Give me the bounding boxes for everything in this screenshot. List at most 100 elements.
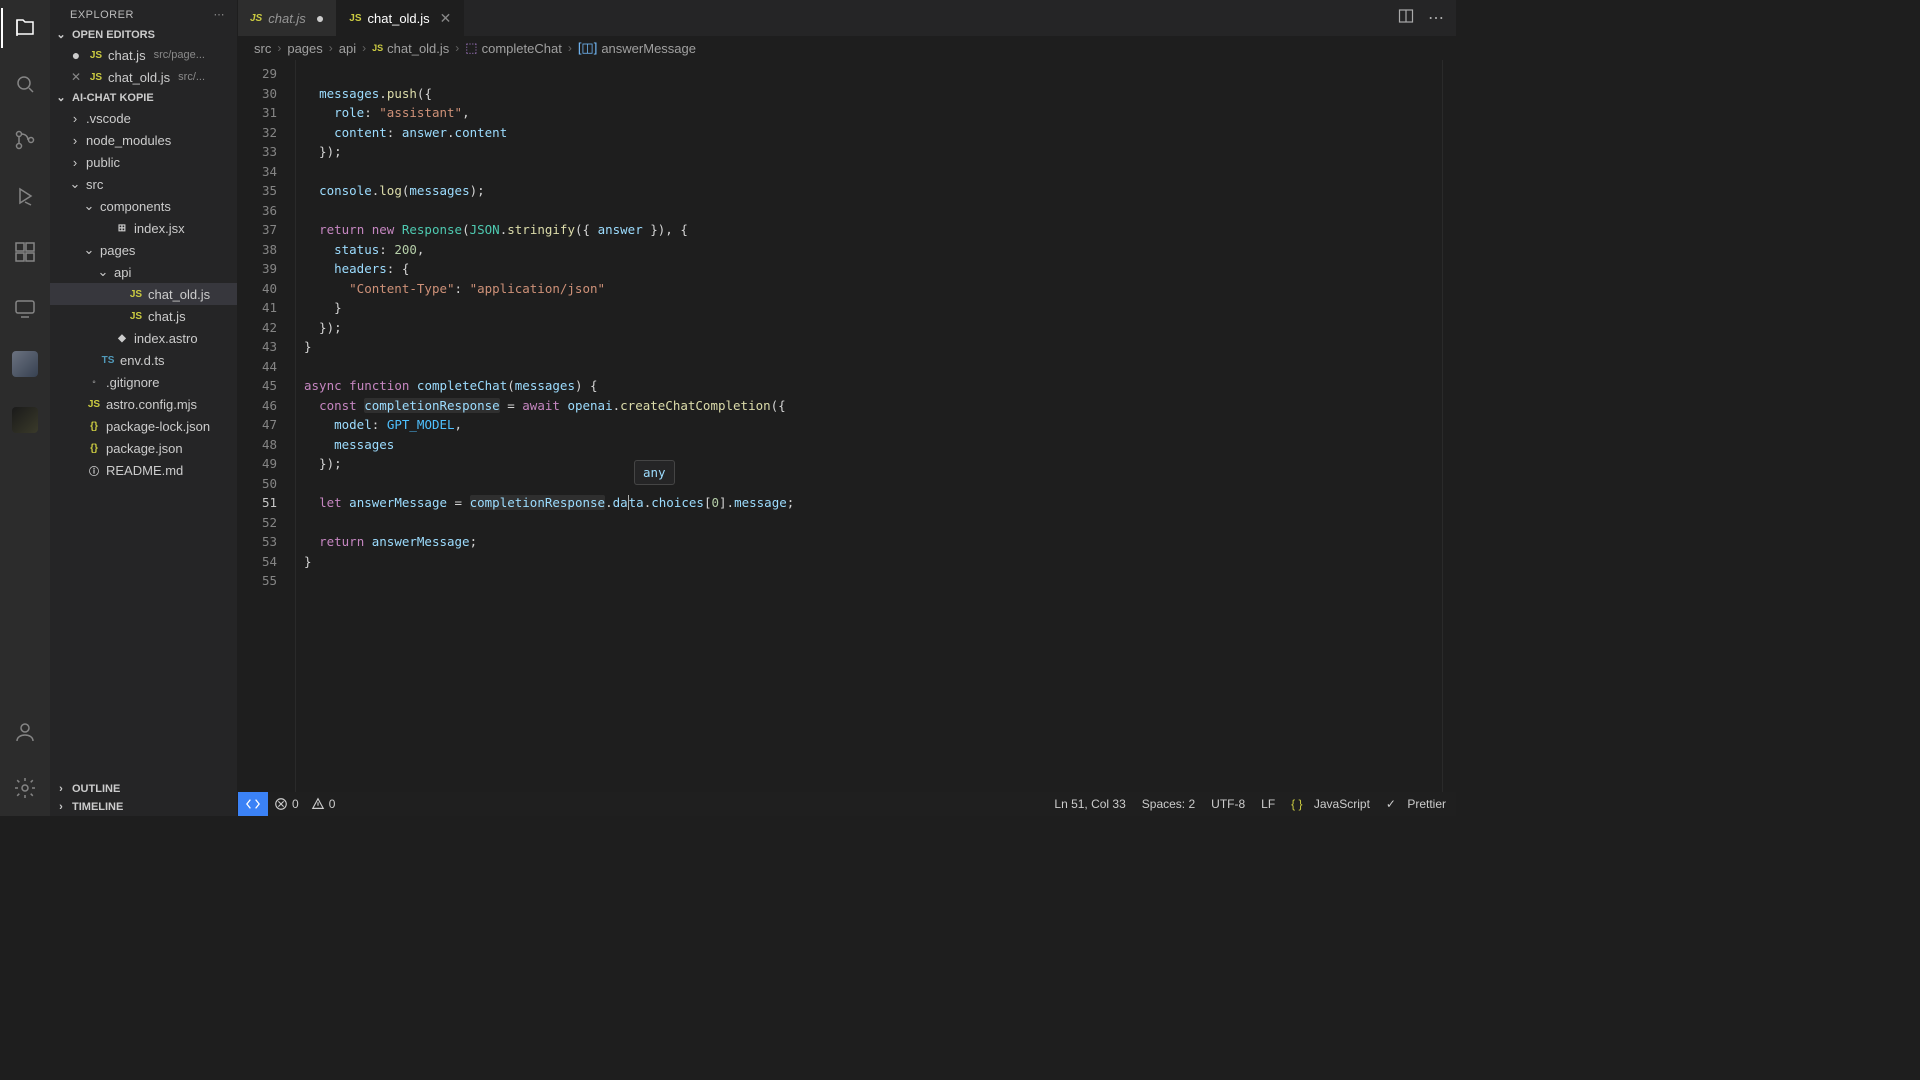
code-line[interactable]: let answerMessage = completionResponse.d…	[304, 493, 1442, 513]
code-line[interactable]	[304, 357, 1442, 377]
file-icon: JS	[88, 72, 104, 83]
breadcrumb-separator: ›	[277, 41, 281, 55]
code-line[interactable]: }	[304, 337, 1442, 357]
encoding[interactable]: UTF-8	[1211, 797, 1245, 811]
close-icon[interactable]: ✕	[440, 10, 452, 27]
breadcrumb-item[interactable]: [◫]answerMessage	[578, 40, 696, 56]
breadcrumb-item[interactable]: src	[254, 41, 271, 56]
open-editor-item[interactable]: ✕JSchat_old.jssrc/...	[50, 66, 237, 88]
code-line[interactable]: return new Response(JSON.stringify({ ans…	[304, 220, 1442, 240]
language-mode[interactable]: { } JavaScript	[1291, 797, 1370, 811]
folder-item[interactable]: ›node_modules	[50, 129, 237, 151]
code-line[interactable]	[304, 513, 1442, 533]
file-item[interactable]: JSchat_old.js	[50, 283, 237, 305]
code-line[interactable]	[304, 571, 1442, 591]
split-editor-icon[interactable]	[1398, 8, 1414, 28]
chevron-icon: ⌄	[82, 242, 96, 258]
file-icon: JS	[128, 289, 144, 300]
file-item[interactable]: ⊞index.jsx	[50, 217, 237, 239]
prettier-status[interactable]: ✓ Prettier	[1386, 797, 1446, 811]
file-item[interactable]: ⓘREADME.md	[50, 459, 237, 481]
code-line[interactable]	[304, 474, 1442, 494]
code-line[interactable]	[304, 162, 1442, 182]
code-line[interactable]: model: GPT_MODEL,	[304, 415, 1442, 435]
open-editor-item[interactable]: ●JSchat.jssrc/page...	[50, 44, 237, 66]
code-line[interactable]	[304, 64, 1442, 84]
search-icon[interactable]	[1, 64, 49, 104]
variable-icon: [◫]	[578, 40, 598, 56]
code-line[interactable]: }	[304, 552, 1442, 572]
code-line[interactable]: role: "assistant",	[304, 103, 1442, 123]
code-line[interactable]: headers: {	[304, 259, 1442, 279]
code-line[interactable]: });	[304, 454, 1442, 474]
more-actions-icon[interactable]: ⋯	[1428, 8, 1444, 28]
explorer-icon[interactable]	[1, 8, 49, 48]
code-line[interactable]: console.log(messages);	[304, 181, 1442, 201]
code-line[interactable]: messages.push({	[304, 84, 1442, 104]
code-line[interactable]: status: 200,	[304, 240, 1442, 260]
project-header[interactable]: ⌄ AI-CHAT KOPIE	[50, 88, 237, 107]
problems-errors[interactable]: 0	[274, 797, 299, 811]
editor-tabs: JSchat.js●JSchat_old.js✕ ⋯	[238, 0, 1456, 36]
code-line[interactable]: });	[304, 142, 1442, 162]
file-icon: JS	[86, 399, 102, 410]
source-control-icon[interactable]	[1, 120, 49, 160]
code-line[interactable]: "Content-Type": "application/json"	[304, 279, 1442, 299]
file-item[interactable]: ◆index.astro	[50, 327, 237, 349]
breadcrumb-item[interactable]: JSchat_old.js	[372, 41, 449, 56]
folder-item[interactable]: ⌄api	[50, 261, 237, 283]
folder-item[interactable]: ›public	[50, 151, 237, 173]
minimap[interactable]	[1442, 60, 1456, 792]
file-icon: JS	[250, 13, 262, 24]
code-line[interactable]: content: answer.content	[304, 123, 1442, 143]
method-icon: ⬚	[465, 40, 477, 56]
file-item[interactable]: {}package.json	[50, 437, 237, 459]
cursor-position[interactable]: Ln 51, Col 33	[1054, 797, 1125, 811]
remote-indicator[interactable]	[238, 792, 268, 816]
code-line[interactable]: async function completeChat(messages) {	[304, 376, 1442, 396]
editor-tab[interactable]: JSchat_old.js✕	[337, 0, 464, 36]
file-icon: ◆	[114, 333, 130, 344]
file-item[interactable]: TSenv.d.ts	[50, 349, 237, 371]
folder-item[interactable]: ›.vscode	[50, 107, 237, 129]
accounts-icon[interactable]	[1, 712, 49, 752]
code-line[interactable]	[304, 201, 1442, 221]
app-icon-1[interactable]	[1, 344, 49, 384]
breadcrumb-item[interactable]: ⬚completeChat	[465, 40, 562, 56]
file-item[interactable]: {}package-lock.json	[50, 415, 237, 437]
file-item[interactable]: JSchat.js	[50, 305, 237, 327]
explorer-title: EXPLORER	[70, 9, 134, 21]
problems-warnings[interactable]: 0	[311, 797, 336, 811]
breadcrumb-item[interactable]: api	[339, 41, 356, 56]
folder-item[interactable]: ⌄src	[50, 173, 237, 195]
extensions-icon[interactable]	[1, 232, 49, 272]
eol[interactable]: LF	[1261, 797, 1275, 811]
chevron-right-icon: ›	[54, 801, 68, 813]
file-item[interactable]: ◦.gitignore	[50, 371, 237, 393]
file-item[interactable]: JSastro.config.mjs	[50, 393, 237, 415]
timeline-header[interactable]: › TIMELINE	[50, 798, 237, 816]
open-editors-header[interactable]: ⌄ OPEN EDITORS	[50, 25, 237, 44]
breadcrumb-separator: ›	[568, 41, 572, 55]
breadcrumb-separator: ›	[455, 41, 459, 55]
settings-icon[interactable]	[1, 768, 49, 808]
code-line[interactable]: });	[304, 318, 1442, 338]
explorer-more-icon[interactable]: ⋯	[214, 8, 226, 21]
code-line[interactable]: const completionResponse = await openai.…	[304, 396, 1442, 416]
indentation[interactable]: Spaces: 2	[1142, 797, 1195, 811]
close-icon[interactable]: ✕	[68, 70, 84, 84]
chevron-down-icon: ⌄	[54, 91, 68, 104]
breadcrumb-separator: ›	[329, 41, 333, 55]
code-line[interactable]: messages	[304, 435, 1442, 455]
code-line[interactable]: return answerMessage;	[304, 532, 1442, 552]
chevron-icon: ⌄	[68, 176, 82, 192]
app-icon-2[interactable]	[1, 400, 49, 440]
outline-header[interactable]: › OUTLINE	[50, 780, 237, 798]
editor-tab[interactable]: JSchat.js●	[238, 0, 337, 36]
folder-item[interactable]: ⌄pages	[50, 239, 237, 261]
code-line[interactable]: }	[304, 298, 1442, 318]
remote-icon[interactable]	[1, 288, 49, 328]
folder-item[interactable]: ⌄components	[50, 195, 237, 217]
run-debug-icon[interactable]	[1, 176, 49, 216]
breadcrumb-item[interactable]: pages	[287, 41, 322, 56]
